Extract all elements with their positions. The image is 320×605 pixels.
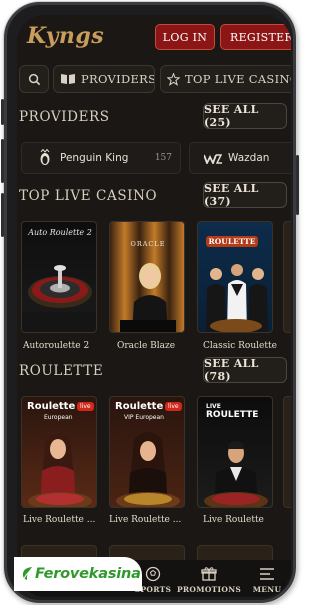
phone-volume-up-button [1, 139, 4, 183]
phone-power-button [296, 155, 299, 215]
game-card-partial[interactable] [283, 221, 291, 333]
game-card-live-roulette-vip-european[interactable]: Roulette live VIP European [109, 396, 185, 508]
roulette-wheel-art [22, 265, 96, 332]
game-title[interactable]: Live Roulette [203, 515, 291, 525]
search-icon [28, 73, 40, 85]
providers-section-title: PROVIDERS [19, 109, 110, 125]
penguin-king-logo [40, 149, 50, 165]
nav-promotions-label: PROMOTIONS [176, 585, 242, 594]
register-button[interactable]: REGISTER [220, 24, 291, 50]
top-live-casino-see-all-button[interactable]: SEE ALL (37) [203, 182, 287, 208]
provider-card-wazdan[interactable]: Wazdan [189, 142, 291, 174]
category-pill-row: PROVIDERS TOP LIVE CASINO [17, 65, 291, 95]
top-live-casino-pill-label: TOP LIVE CASINO [185, 72, 291, 86]
app-screen: Kyngs LOG IN REGISTER PROVIDERS TOP LIVE… [17, 15, 291, 597]
game-card-live-roulette[interactable]: LIVE ROULETTE [197, 396, 273, 508]
roulette-section-title: ROULETTE [19, 363, 104, 379]
game-title[interactable]: Autoroulette 2 [23, 341, 115, 351]
phone-frame: Kyngs LOG IN REGISTER PROVIDERS TOP LIVE… [1, 2, 299, 603]
site-watermark: Ferovekasina [14, 557, 142, 591]
game-card-live-roulette-european[interactable]: Roulette live European [21, 396, 97, 508]
phone-side-button [1, 99, 4, 125]
game-card-autoroulette-2[interactable]: Auto Roulette 2 [21, 221, 97, 333]
phone-volume-down-button [1, 193, 4, 237]
gift-icon [201, 567, 217, 581]
brand-logo[interactable]: Kyngs [27, 23, 104, 49]
top-header: Kyngs LOG IN REGISTER [17, 15, 291, 59]
roulette-see-all-button[interactable]: SEE ALL (78) [203, 357, 287, 383]
top-live-casino-section-title: TOP LIVE CASINO [19, 188, 158, 204]
provider-name: Penguin King [60, 152, 129, 164]
top-live-casino-pill[interactable]: TOP LIVE CASINO [160, 65, 291, 93]
providers-pill[interactable]: PROVIDERS [53, 65, 155, 93]
watermark-text: Ferovekasina [35, 566, 141, 582]
provider-name: Wazdan [228, 152, 270, 164]
book-icon [61, 74, 75, 84]
dealer-art [120, 263, 176, 332]
provider-card-penguin-king[interactable]: Penguin King 157 [21, 142, 181, 174]
dealers-group-art [206, 264, 268, 332]
wazdan-logo [204, 154, 222, 164]
dealer-art [204, 441, 268, 507]
login-button[interactable]: LOG IN [155, 24, 215, 50]
search-pill[interactable] [19, 65, 49, 93]
menu-icon [260, 568, 274, 580]
nav-menu[interactable]: MENU [249, 560, 285, 597]
game-card-oracle-blaze[interactable]: ORACLE [109, 221, 185, 333]
providers-see-all-button[interactable]: SEE ALL (25) [203, 103, 287, 129]
leaf-logo-icon [22, 567, 32, 582]
sports-ball-icon [145, 566, 161, 582]
providers-pill-label: PROVIDERS [81, 72, 155, 86]
game-title[interactable]: Live Roulette ... [23, 515, 115, 525]
game-card-classic-roulette[interactable]: ROULETTE [197, 221, 273, 333]
game-card-partial[interactable] [283, 396, 291, 508]
dealer-art [116, 432, 180, 507]
game-title[interactable]: Oracle Blaze [117, 341, 209, 351]
dealer-art [28, 433, 92, 507]
nav-menu-label: MENU [252, 585, 282, 594]
game-title[interactable]: Live Roulette ... [109, 515, 201, 525]
nav-promotions[interactable]: PROMOTIONS [176, 560, 242, 597]
star-icon [167, 72, 180, 86]
provider-game-count: 157 [154, 153, 172, 163]
game-title[interactable]: Classic Roulette [203, 341, 291, 351]
